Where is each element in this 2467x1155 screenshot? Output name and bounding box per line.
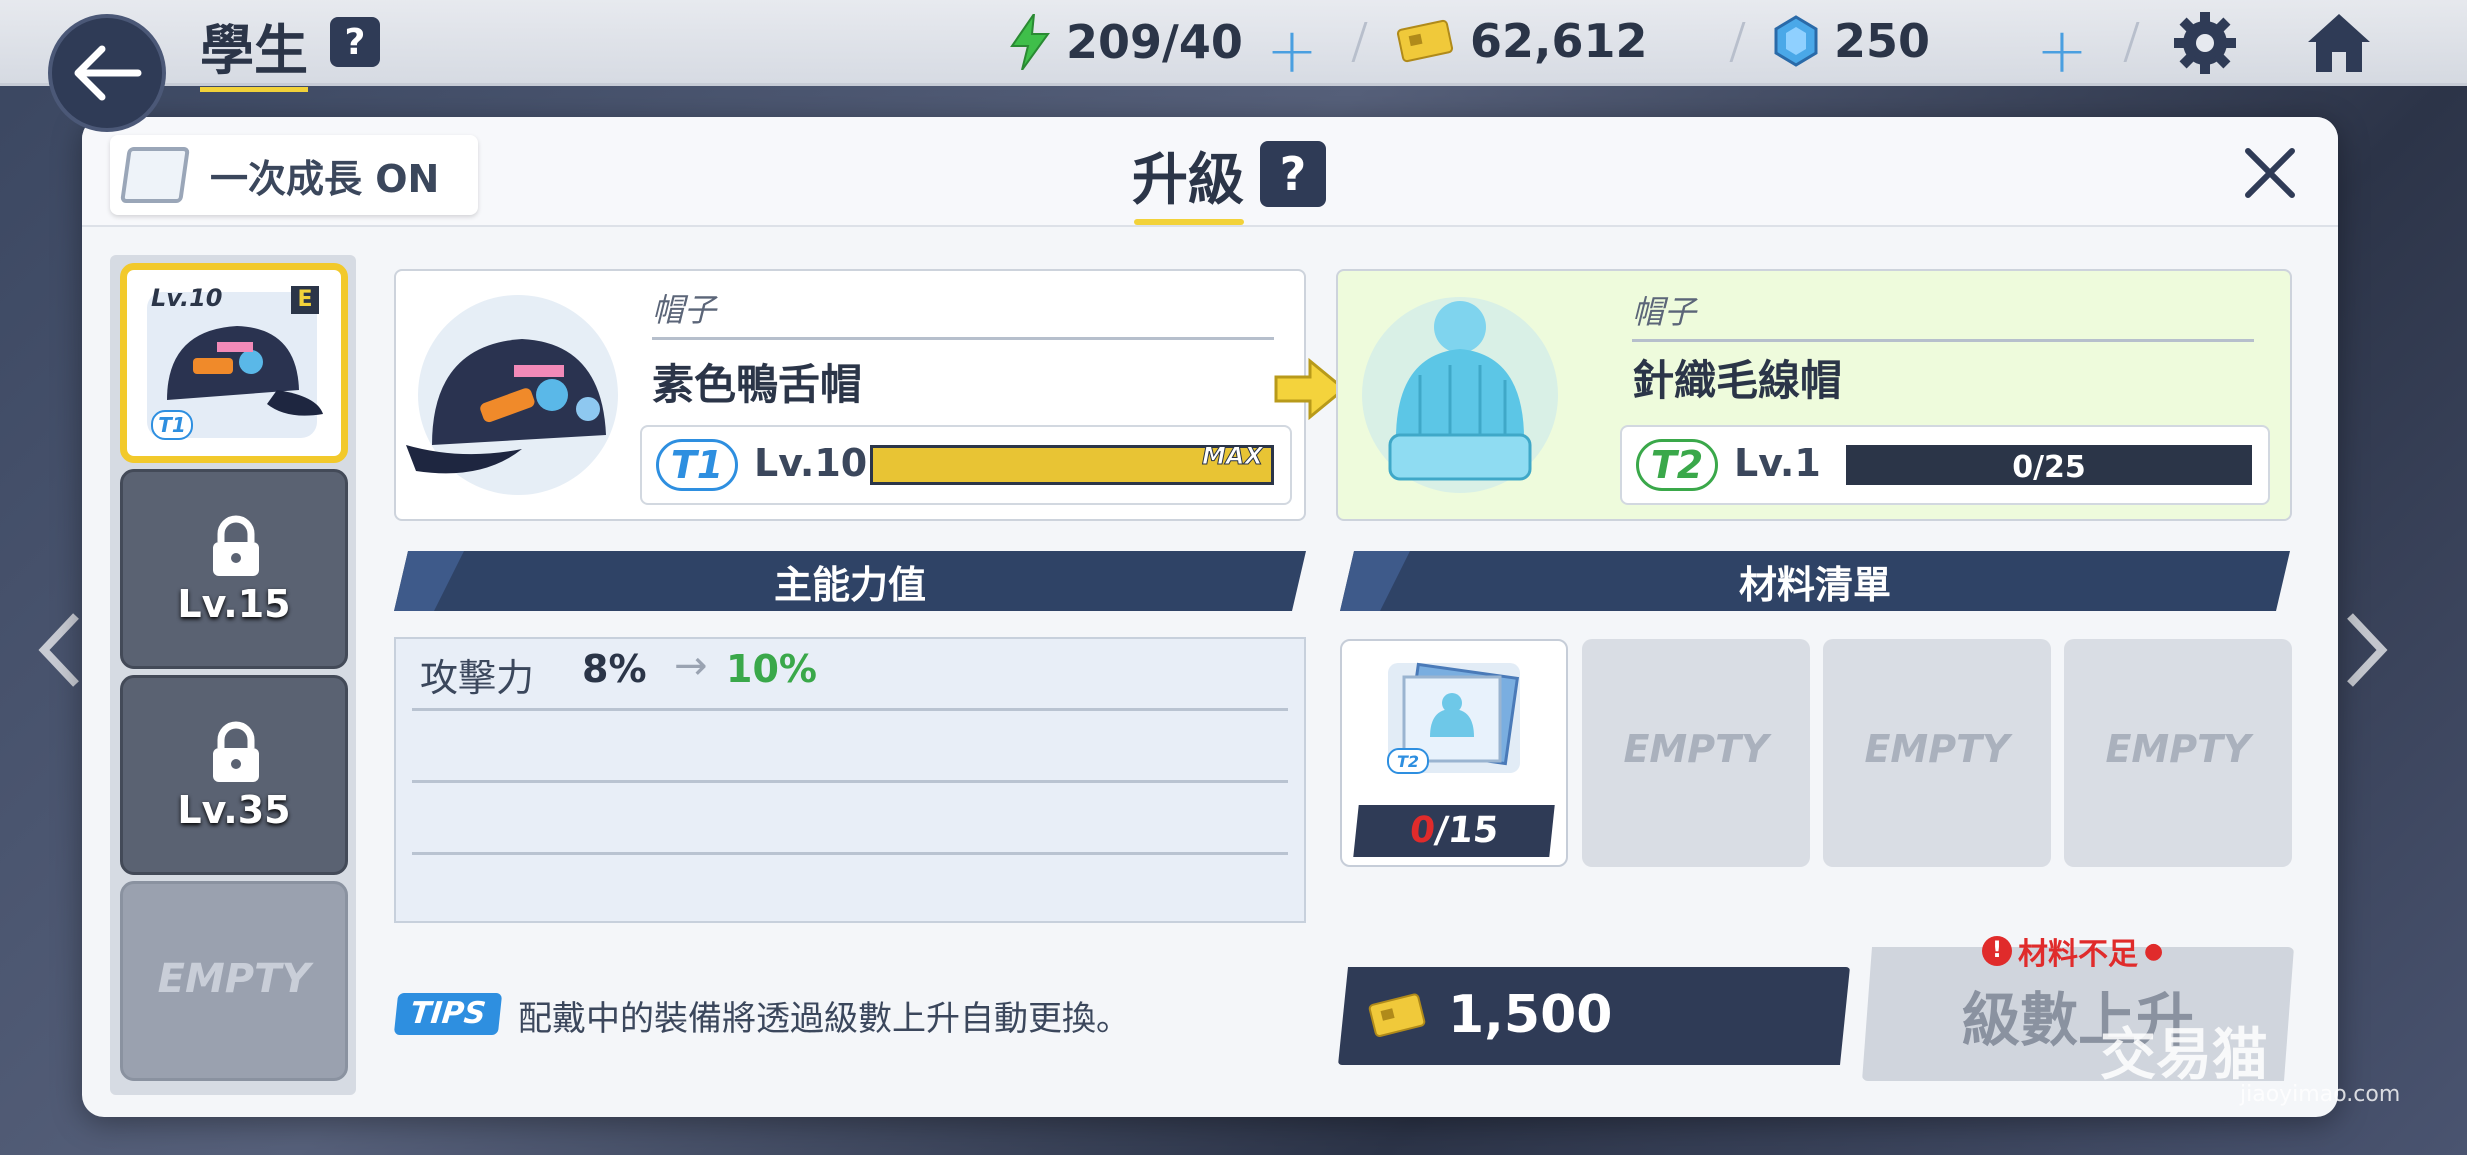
category-divider: [652, 337, 1274, 340]
stat-row: [412, 711, 1288, 783]
watermark-sub: jiaoyimao.com: [2240, 1082, 2401, 1107]
stats-header: 主能力值: [394, 551, 1306, 611]
empty-label: EMPTY: [1864, 727, 2010, 771]
warning-dot: ●: [2144, 938, 2164, 964]
checkbox[interactable]: [120, 147, 190, 203]
equipment-slot-locked[interactable]: Lv.35: [120, 675, 348, 875]
level-panel: T2 Lv.1 0/25: [1620, 425, 2270, 505]
tier-badge: T2: [1397, 752, 1419, 771]
modal-title: 升級: [1132, 148, 1244, 213]
lock-icon: [213, 515, 259, 576]
divider: [2123, 22, 2140, 62]
exp-value: 0/25: [2012, 450, 2086, 485]
add-ap-button[interactable]: +: [1266, 14, 1318, 87]
materials-header-label: 材料清單: [1738, 562, 1891, 607]
credits-value: 62,612: [1470, 14, 1648, 68]
home-icon[interactable]: [2304, 8, 2374, 78]
unlock-level: Lv.35: [177, 788, 291, 832]
item-level: Lv.1: [1734, 441, 1821, 485]
top-bar: 學生 ? 209/40 + 62,612 250 +: [0, 0, 2467, 92]
exp-bar: MAX: [870, 442, 1274, 485]
tier-badge: T1: [656, 439, 738, 491]
credit-card-icon: [1368, 991, 1428, 1039]
gems-resource: 250: [1774, 14, 1930, 68]
cost-value: 1,500: [1448, 985, 1613, 1045]
equipment-slot-empty[interactable]: EMPTY: [120, 881, 348, 1081]
add-gems-button[interactable]: +: [2036, 14, 2088, 87]
blueprint-icon: T2: [1387, 662, 1520, 774]
material-slot[interactable]: T2 0/15: [1340, 639, 1568, 867]
credit-card-icon: [1396, 19, 1454, 63]
current-item-card: 帽子 素色鴨舌帽 T1 Lv.10 MAX: [394, 269, 1306, 521]
next-item-card: 帽子 針織毛線帽 T2 Lv.1 0/25: [1336, 269, 2292, 521]
category-divider: [1632, 339, 2254, 342]
empty-label: EMPTY: [1623, 727, 1769, 771]
warning-text: 材料不足: [2018, 937, 2138, 972]
ap-resource: 209/40: [1010, 14, 1243, 70]
prev-arrow-icon[interactable]: [36, 610, 86, 690]
modal-header: 一次成長 ON 升級 ?: [82, 117, 2338, 227]
item-category: 帽子: [1632, 293, 1697, 331]
material-slot-empty: EMPTY: [2064, 639, 2292, 867]
equipment-slot-locked[interactable]: Lv.15: [120, 469, 348, 669]
stats-header-label: 主能力值: [773, 562, 926, 607]
empty-label: EMPTY: [157, 956, 311, 1002]
lightning-icon: [1010, 14, 1050, 70]
item-name: 素色鴨舌帽: [652, 360, 863, 409]
divider: [1351, 22, 1368, 62]
grade-badge: E: [291, 286, 319, 314]
slot-level: Lv.10: [151, 284, 223, 312]
material-slot-empty: EMPTY: [1823, 639, 2051, 867]
warning-icon: !: [1982, 936, 2012, 966]
level-panel: T1 Lv.10 MAX: [640, 425, 1292, 505]
equipment-sidebar: Lv.10 E T1 Lv.15 Lv.35 EMPTY: [110, 255, 356, 1095]
unlock-level: Lv.15: [177, 582, 291, 626]
gear-icon[interactable]: [2170, 8, 2240, 78]
stats-panel: 攻擊力 8% → 10%: [394, 637, 1306, 923]
bulk-growth-toggle[interactable]: 一次成長 ON: [110, 135, 478, 215]
insufficient-warning: ! 材料不足 ●: [1982, 929, 2163, 973]
baseball-cap-icon: [406, 295, 618, 495]
tier-badge: T2: [1636, 439, 1718, 491]
toggle-label: 一次成長 ON: [210, 156, 440, 201]
equipment-slot-selected[interactable]: Lv.10 E T1: [120, 263, 348, 463]
material-count: 0/15: [1353, 805, 1555, 857]
tier-badge: T1: [151, 410, 193, 440]
close-icon[interactable]: [2240, 143, 2300, 203]
tips-badge: TIPS: [393, 993, 503, 1035]
upgrade-modal: 一次成長 ON 升級 ? Lv.10 E T1 Lv.15 Lv.35 EMPT…: [82, 117, 2338, 1117]
item-name: 針織毛線帽: [1632, 356, 1843, 405]
stat-name: 攻擊力: [420, 656, 535, 700]
stat-row: 攻擊力 8% → 10%: [412, 639, 1288, 711]
item-level: Lv.10: [754, 441, 868, 485]
ap-value: 209/40: [1066, 15, 1243, 69]
material-need: /15: [1432, 810, 1501, 851]
gems-value: 250: [1834, 14, 1931, 68]
max-label: MAX: [1202, 442, 1264, 471]
stat-row: [412, 783, 1288, 855]
watermark: 交易猫: [2100, 1023, 2268, 1088]
next-arrow-icon[interactable]: [2340, 610, 2390, 690]
help-button[interactable]: ?: [330, 17, 380, 67]
material-slot-empty: EMPTY: [1582, 639, 1810, 867]
modal-help-button[interactable]: ?: [1260, 141, 1326, 207]
credits-resource: 62,612: [1396, 14, 1648, 68]
stat-arrow: →: [674, 643, 708, 689]
gem-icon: [1774, 15, 1818, 67]
back-arrow-icon: [74, 45, 142, 101]
materials-header: 材料清單: [1340, 551, 2290, 611]
empty-label: EMPTY: [2105, 727, 2251, 771]
upgrade-cost: 1,500: [1338, 967, 1850, 1065]
lock-icon: [213, 721, 259, 782]
stat-from: 8%: [582, 647, 647, 691]
knit-beanie-icon: [1362, 297, 1558, 493]
back-button[interactable]: [48, 14, 166, 132]
tips-text: 配戴中的裝備將透過級數上升自動更換。: [518, 999, 1130, 1039]
stat-to: 10%: [726, 647, 817, 691]
exp-bar: 0/25: [1846, 445, 2252, 485]
title-underline: [1134, 219, 1244, 225]
divider: [1729, 22, 1746, 62]
item-category: 帽子: [652, 291, 717, 329]
page-title: 學生: [200, 6, 308, 92]
